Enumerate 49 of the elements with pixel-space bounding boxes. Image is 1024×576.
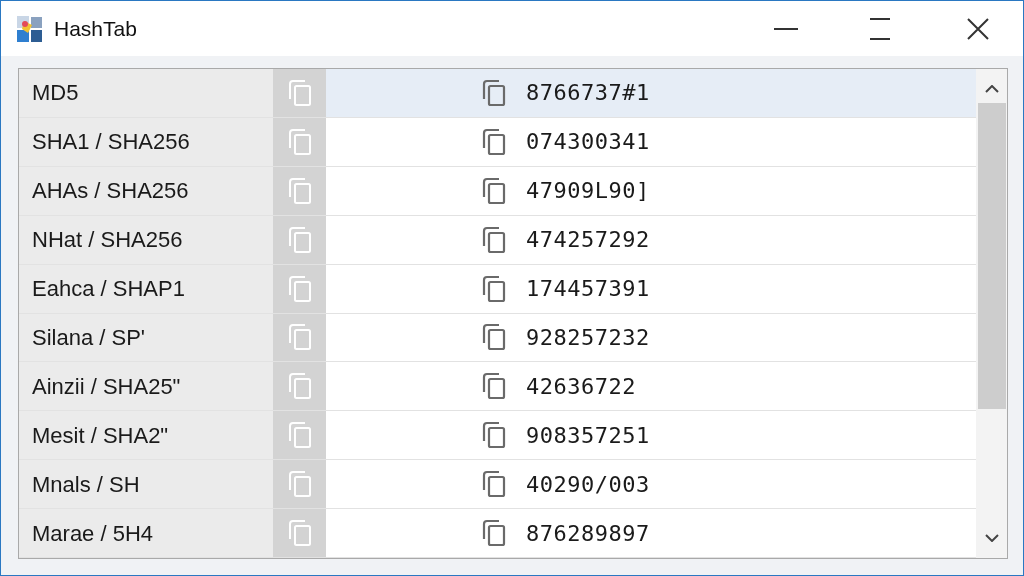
scroll-up-icon[interactable] bbox=[984, 85, 999, 93]
hash-row[interactable]: Eahca / SHAP1 174457391 bbox=[19, 264, 976, 314]
copy-icon[interactable] bbox=[481, 323, 507, 352]
copy-icon[interactable] bbox=[481, 372, 507, 401]
hash-cell-text: 42636722 bbox=[525, 372, 637, 401]
hash-cell-text: 8766737#1 bbox=[525, 79, 651, 108]
copy-icon[interactable] bbox=[481, 78, 507, 107]
hash-row[interactable]: NHat / SHA256 474257292 bbox=[19, 215, 976, 265]
hash-cell-text: 174457391 bbox=[525, 275, 651, 304]
algorithm-cell: Eahca / SHAP1 bbox=[19, 264, 273, 313]
maximize-icon bbox=[870, 17, 890, 40]
hash-row[interactable]: MD5 8766737#1 bbox=[19, 69, 976, 118]
scroll-down-icon[interactable] bbox=[984, 534, 999, 542]
copy-icon[interactable] bbox=[481, 421, 507, 450]
hash-cell-text: 47909L90] bbox=[525, 177, 651, 206]
copy-icon[interactable] bbox=[481, 225, 507, 254]
algorithm-cell: Ainzii / SHA25" bbox=[19, 362, 273, 411]
hash-row[interactable]: Mnals / SH 40290/003 bbox=[19, 460, 976, 510]
hash-cell-text: 074300341 bbox=[525, 128, 651, 157]
copy-icon[interactable] bbox=[481, 274, 507, 303]
hash-row[interactable]: Marae / 5H4 876289897 bbox=[19, 509, 976, 559]
algorithm-cell: AHAs / SHA256 bbox=[19, 166, 273, 215]
algorithm-cell: Mnals / SH bbox=[19, 460, 273, 509]
algorithm-cell: Mesit / SHA2" bbox=[19, 411, 273, 460]
scrollbar-thumb[interactable] bbox=[977, 103, 1006, 409]
hash-row[interactable]: SHA1 / SHA256 074300341 bbox=[19, 117, 976, 167]
close-icon bbox=[967, 17, 989, 40]
algorithm-cell: Marae / 5H4 bbox=[19, 509, 273, 558]
copy-icon[interactable] bbox=[481, 176, 507, 205]
app-icon bbox=[16, 14, 44, 43]
algorithm-cell: NHat / SHA256 bbox=[19, 215, 273, 264]
hash-cell-text: 876289897 bbox=[525, 519, 651, 548]
algorithm-cell: SHA1 / SHA256 bbox=[19, 117, 273, 166]
hash-row[interactable]: AHAs / SHA256 47909L90] bbox=[19, 166, 976, 216]
copy-icon[interactable] bbox=[481, 519, 507, 548]
minimize-icon bbox=[774, 27, 798, 30]
window-title: HashTab bbox=[54, 15, 137, 42]
hash-row[interactable]: Silana / SP' 928257232 bbox=[19, 313, 976, 363]
hash-row[interactable]: Mesit / SHA2" 908357251 bbox=[19, 411, 976, 461]
hash-row[interactable]: Ainzii / SHA25" 42636722 bbox=[19, 362, 976, 412]
hash-cell-text: 474257292 bbox=[525, 226, 651, 255]
copy-icon[interactable] bbox=[481, 470, 507, 499]
algorithm-cell: Silana / SP' bbox=[19, 313, 273, 362]
algorithm-cell: MD5 bbox=[19, 69, 273, 117]
hash-cell-text: 908357251 bbox=[525, 421, 651, 450]
copy-icon[interactable] bbox=[481, 127, 507, 156]
scrollbar[interactable] bbox=[976, 69, 1007, 558]
hash-cell-text: 928257232 bbox=[525, 324, 651, 352]
hash-cell-text: 40290/003 bbox=[525, 470, 651, 499]
